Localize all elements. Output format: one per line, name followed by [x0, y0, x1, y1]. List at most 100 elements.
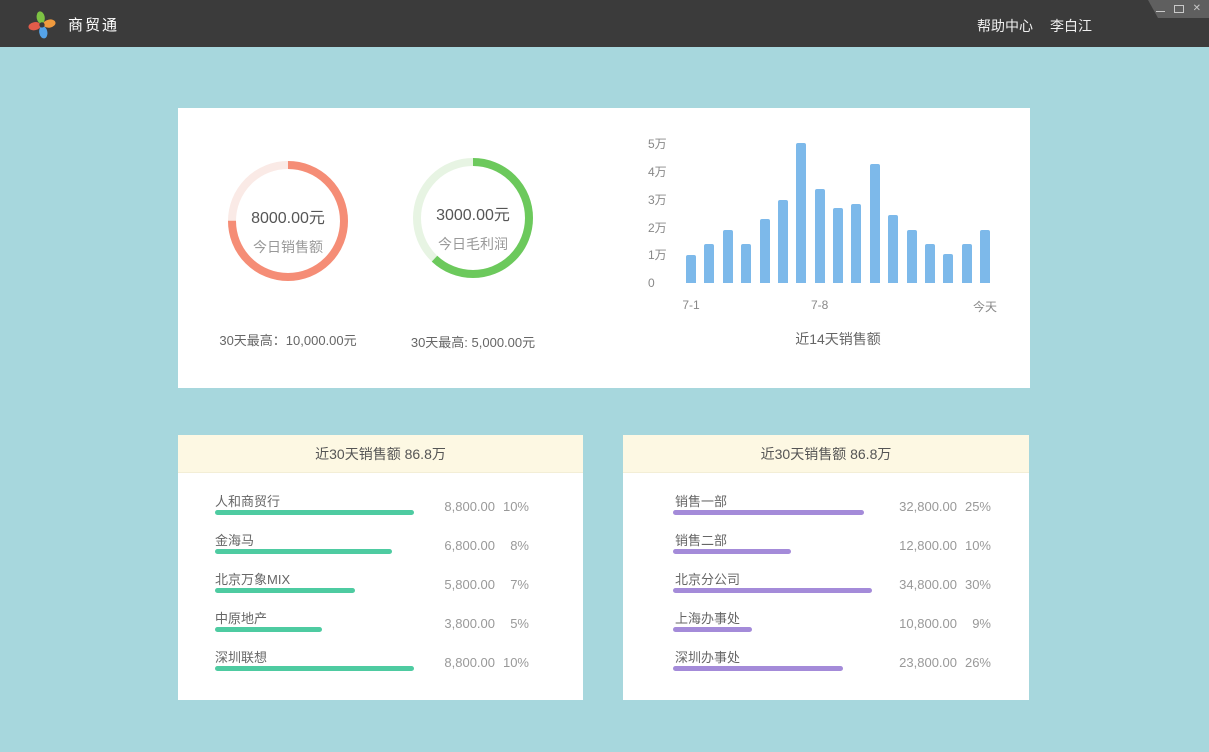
y-tick: 1万	[648, 248, 667, 262]
row-amount: 8,800.00	[417, 655, 495, 670]
sales-bar[interactable]	[962, 244, 972, 283]
row-percent: 25%	[957, 499, 991, 514]
row-amount: 10,800.00	[879, 616, 957, 631]
row-name: 深圳办事处	[675, 647, 740, 666]
today-profit-donut[interactable]: 3000.00元 今日毛利润	[410, 155, 536, 281]
sales-bar[interactable]	[723, 230, 733, 283]
customer-row[interactable]: 人和商贸行 8,800.0010%	[178, 488, 583, 527]
row-name: 深圳联想	[215, 647, 267, 666]
row-percent: 26%	[957, 655, 991, 670]
customer-row[interactable]: 金海马 6,800.008%	[178, 527, 583, 566]
sales-bar[interactable]	[704, 244, 714, 283]
row-amount: 5,800.00	[417, 577, 495, 592]
today-sales-label: 今日销售额	[225, 237, 351, 257]
row-bar	[215, 510, 414, 515]
row-name: 上海办事处	[675, 608, 740, 627]
department-ranking-card: 近30天销售额 86.8万 销售一部 32,800.0025% 销售二部 12,800…	[623, 435, 1029, 700]
customer-rows: 人和商贸行8,800.0010%金海马6,800.008%北京万象MIX5,80…	[178, 473, 583, 683]
sales-bar[interactable]	[686, 255, 696, 283]
row-name: 人和商贸行	[215, 491, 280, 510]
sales-bar[interactable]	[760, 219, 770, 283]
row-amount: 8,800.00	[417, 499, 495, 514]
customer-row[interactable]: 深圳联想 8,800.0010%	[178, 644, 583, 683]
customer-row[interactable]: 北京万象MIX5,800.007%	[178, 566, 583, 605]
chart-title: 近14天销售额	[686, 329, 990, 349]
sales-bar[interactable]	[888, 215, 898, 283]
sales-bar[interactable]	[796, 143, 806, 283]
row-name: 北京分公司	[675, 569, 740, 588]
sales-bar[interactable]	[833, 208, 843, 283]
row-amount: 12,800.00	[879, 538, 957, 553]
row-percent: 8%	[495, 538, 529, 553]
sales-bar[interactable]	[741, 244, 751, 283]
help-center-link[interactable]: 帮助中心	[977, 16, 1033, 36]
department-row[interactable]: 上海办事处 10,800.009%	[623, 605, 1029, 644]
sales-bar[interactable]	[907, 230, 917, 283]
sales-bar[interactable]	[925, 244, 935, 283]
department-row[interactable]: 销售一部 32,800.0025%	[623, 488, 1029, 527]
today-profit-value: 3000.00元	[410, 201, 536, 225]
row-amount: 6,800.00	[417, 538, 495, 553]
sales-bar[interactable]	[980, 230, 990, 283]
row-percent: 7%	[495, 577, 529, 592]
sales-bar[interactable]	[943, 254, 953, 283]
sales-30day-max: 30天最高：10,000.00元	[183, 330, 393, 349]
row-percent: 9%	[957, 616, 991, 631]
row-bar	[673, 549, 791, 554]
row-amount: 23,800.00	[879, 655, 957, 670]
x-tick: 7-1	[682, 298, 699, 312]
titlebar: 商贸通 帮助中心 李白江 ✕	[0, 0, 1209, 47]
username-link[interactable]: 李白江	[1050, 16, 1092, 36]
row-bar	[215, 588, 355, 593]
row-bar	[673, 510, 864, 515]
profit-30day-max: 30天最高: 5,000.00元	[368, 332, 578, 351]
bar-series	[686, 143, 990, 283]
row-bar	[673, 588, 872, 593]
window-controls: ✕	[1148, 0, 1209, 18]
row-amount: 34,800.00	[879, 577, 957, 592]
sales-bar[interactable]	[778, 200, 788, 283]
row-name: 中原地产	[215, 608, 267, 627]
department-row[interactable]: 深圳办事处 23,800.0026%	[623, 644, 1029, 683]
minimize-icon[interactable]	[1156, 11, 1165, 12]
y-tick: 4万	[648, 165, 667, 179]
row-name: 金海马	[215, 530, 254, 549]
today-profit-label: 今日毛利润	[410, 234, 536, 254]
x-tick: 今天	[973, 298, 997, 315]
row-percent: 10%	[495, 499, 529, 514]
y-tick: 3万	[648, 193, 667, 207]
close-icon[interactable]: ✕	[1193, 4, 1201, 14]
sales-bar[interactable]	[851, 204, 861, 283]
row-bar	[215, 549, 392, 554]
customer-card-title: 近30天销售额 86.8万	[178, 435, 583, 473]
row-bar	[673, 627, 752, 632]
row-percent: 30%	[957, 577, 991, 592]
row-bar	[215, 627, 322, 632]
row-bar	[215, 666, 414, 671]
department-row[interactable]: 销售二部 12,800.0010%	[623, 527, 1029, 566]
row-percent: 10%	[957, 538, 991, 553]
y-tick: 5万	[648, 137, 667, 151]
row-amount: 3,800.00	[417, 616, 495, 631]
x-tick: 7-8	[811, 298, 828, 312]
app-logo-pinwheel-icon	[27, 9, 57, 39]
row-name: 销售一部	[675, 491, 727, 510]
maximize-icon[interactable]	[1174, 5, 1184, 13]
row-amount: 32,800.00	[879, 499, 957, 514]
y-tick: 0	[648, 276, 655, 290]
department-rows: 销售一部 32,800.0025% 销售二部 12,800.0010% 北京分公司 34,…	[623, 473, 1029, 683]
department-card-title: 近30天销售额 86.8万	[623, 435, 1029, 473]
row-name: 销售二部	[675, 530, 727, 549]
row-bar	[673, 666, 843, 671]
today-sales-value: 8000.00元	[225, 204, 351, 228]
today-sales-donut[interactable]: 8000.00元 今日销售额	[225, 158, 351, 284]
sales-bar[interactable]	[870, 164, 880, 283]
daily-sales-bar-chart: 5万 4万 3万 2万 1万 0 7-1 7-8 今天 近14天销售额	[648, 138, 1018, 373]
department-row[interactable]: 北京分公司 34,800.0030%	[623, 566, 1029, 605]
sales-bar[interactable]	[815, 189, 825, 283]
row-percent: 5%	[495, 616, 529, 631]
app-title: 商贸通	[68, 14, 119, 35]
customer-row[interactable]: 中原地产 3,800.005%	[178, 605, 583, 644]
row-percent: 10%	[495, 655, 529, 670]
y-tick: 2万	[648, 221, 667, 235]
